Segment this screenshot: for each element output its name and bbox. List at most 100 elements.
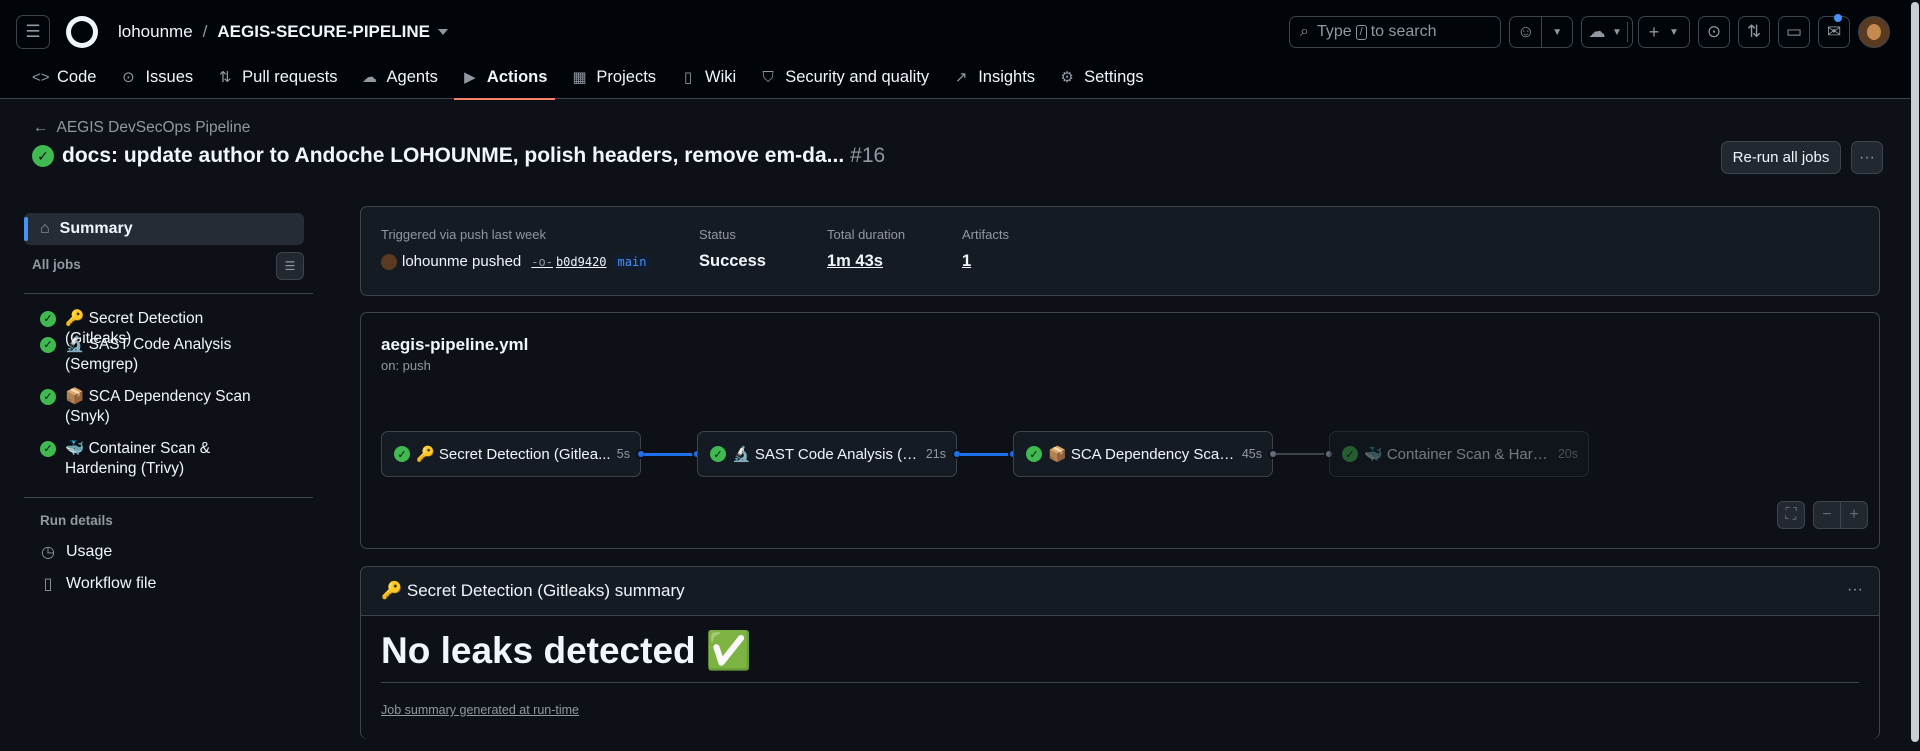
- scrollbar-thumb[interactable]: [1911, 2, 1919, 742]
- trigger-info: Triggered via push last week lohounme pu…: [381, 227, 652, 270]
- tab-wiki[interactable]: ▯ Wiki: [672, 60, 744, 94]
- tab-label: Security and quality: [785, 67, 930, 86]
- status-value: Success: [699, 252, 766, 270]
- summary-generated-note[interactable]: Job summary generated at run-time: [381, 703, 579, 717]
- repo-dropdown-icon[interactable]: [437, 29, 448, 35]
- tab-label: Settings: [1084, 67, 1144, 86]
- artifacts-info: Artifacts 1: [962, 227, 1009, 271]
- tab-code[interactable]: <> Code: [24, 60, 104, 94]
- more-options-button[interactable]: ···: [1851, 141, 1883, 174]
- tab-insights[interactable]: ↗ Insights: [945, 60, 1043, 94]
- breadcrumb-separator: /: [202, 22, 208, 41]
- tab-pull-requests[interactable]: ⇅ Pull requests: [209, 60, 345, 94]
- duration-label: Total duration: [827, 227, 906, 242]
- actor-avatar: [381, 253, 397, 270]
- codespaces-button[interactable]: ☁ ▼: [1581, 16, 1633, 48]
- graph-job-sast[interactable]: ✓ 🔬 SAST Code Analysis (Se... 21s: [697, 431, 957, 477]
- copilot-dropdown-icon[interactable]: ▼: [1542, 27, 1572, 38]
- search-shortcut-key: /: [1355, 24, 1367, 40]
- job-summary-card: 🔑 Secret Detection (Gitleaks) summary ··…: [360, 566, 1880, 739]
- graph-job-container-scan[interactable]: ✓ 🐳 Container Scan & Hard... 20s: [1329, 431, 1589, 477]
- run-details-heading: Run details: [40, 513, 113, 528]
- tab-actions[interactable]: ▶ Actions: [453, 60, 556, 100]
- sidebar-item-label: Summary: [59, 220, 133, 237]
- search-input[interactable]: ⌕ Type / to search: [1289, 16, 1501, 48]
- workflow-trigger: on: push: [381, 358, 431, 373]
- job-label: 🐳 Container Scan & Hard...: [1364, 446, 1552, 463]
- play-icon: ▶: [464, 69, 476, 86]
- table-icon: ▦: [572, 69, 587, 86]
- notification-indicator: [1834, 14, 1842, 22]
- sidebar-job-sca[interactable]: ✓ 📦 SCA Dependency Scan (Snyk): [40, 387, 265, 427]
- commit-sha: b0d9420: [555, 254, 607, 269]
- tab-label: Issues: [145, 67, 194, 86]
- job-duration: 20s: [1557, 447, 1578, 461]
- summary-options-button[interactable]: ···: [1847, 581, 1863, 599]
- divider: [24, 497, 313, 498]
- fullscreen-icon: ⛶: [1785, 506, 1797, 523]
- graph-job-secret-detection[interactable]: ✓ 🔑 Secret Detection (Gitlea... 5s: [381, 431, 641, 477]
- job-label: 🔬 SAST Code Analysis (Se...: [732, 446, 920, 463]
- back-to-workflow-link[interactable]: ← AEGIS DevSecOps Pipeline: [33, 119, 250, 137]
- duration-info: Total duration 1m 43s: [827, 227, 905, 271]
- inbox-icon[interactable]: ✉: [1818, 16, 1850, 48]
- tab-agents[interactable]: ☁ Agents: [354, 60, 446, 94]
- search-placeholder-prefix: Type: [1316, 23, 1352, 40]
- header-divider: [1627, 22, 1628, 42]
- fullscreen-button[interactable]: ⛶: [1777, 501, 1805, 529]
- commit-sha-link[interactable]: -o-b0d9420: [531, 255, 606, 269]
- kebab-icon: ···: [1847, 581, 1863, 598]
- github-logo[interactable]: [66, 16, 98, 48]
- filter-jobs-button[interactable]: ☰: [276, 252, 304, 280]
- file-icon: ▯: [43, 576, 53, 593]
- artifacts-count-link[interactable]: 1: [962, 252, 1009, 271]
- issue-icon: ⊙: [122, 69, 135, 86]
- zoom-in-button[interactable]: +: [1840, 501, 1868, 529]
- search-placeholder-suffix: to search: [1370, 23, 1437, 40]
- success-check-icon: ✓: [40, 389, 56, 405]
- rerun-all-jobs-button[interactable]: Re-run all jobs: [1721, 141, 1841, 174]
- repositories-icon[interactable]: ▭: [1778, 16, 1810, 48]
- sidebar-item-summary[interactable]: ⌂ Summary: [24, 213, 304, 245]
- arrow-left-icon: ←: [33, 119, 49, 136]
- push-details: lohounme pushed -o-b0d9420 main: [381, 253, 652, 270]
- pull-request-icon: ⇅: [218, 69, 232, 86]
- user-avatar[interactable]: [1858, 16, 1890, 48]
- sidebar-item-workflow-file[interactable]: ▯ Workflow file: [40, 574, 157, 594]
- all-jobs-heading: All jobs: [32, 257, 81, 272]
- pull-requests-icon[interactable]: ⇅: [1738, 16, 1770, 48]
- sidebar-job-container-scan[interactable]: ✓ 🐳 Container Scan & Hardening (Trivy): [40, 439, 265, 479]
- repo-tabs: <> Code ⊙ Issues ⇅ Pull requests ☁ Agents ▶ A…: [24, 60, 1160, 100]
- tab-issues[interactable]: ⊙ Issues: [112, 60, 201, 94]
- divider: [24, 293, 313, 294]
- tab-projects[interactable]: ▦ Projects: [563, 60, 664, 94]
- job-summary-header: 🔑 Secret Detection (Gitleaks) summary: [361, 567, 1879, 616]
- sidebar-job-sast[interactable]: ✓ 🔬 SAST Code Analysis (Semgrep): [40, 335, 265, 375]
- page-scrollbar[interactable]: [1910, 0, 1920, 751]
- artifacts-label: Artifacts: [962, 227, 1009, 242]
- job-label: 📦 SCA Dependency Scan (...: [1048, 446, 1236, 463]
- branch-label[interactable]: main: [612, 253, 652, 270]
- home-icon: ⌂: [40, 220, 50, 237]
- zoom-out-button[interactable]: −: [1813, 501, 1841, 529]
- create-new-button[interactable]: + ▼: [1638, 16, 1690, 48]
- repo-link[interactable]: AEGIS-SECURE-PIPELINE: [217, 22, 430, 42]
- copilot-icon[interactable]: ☺: [1510, 22, 1541, 42]
- success-check-icon: ✓: [710, 446, 726, 462]
- plus-icon: +: [1849, 506, 1859, 523]
- actor-text[interactable]: lohounme pushed: [402, 253, 521, 270]
- owner-link[interactable]: lohounme: [118, 22, 193, 42]
- tab-label: Wiki: [705, 67, 737, 86]
- duration-link[interactable]: 1m 43s: [827, 252, 905, 271]
- filter-icon: ☰: [284, 259, 296, 273]
- success-check-icon: ✓: [394, 446, 410, 462]
- hamburger-menu-button[interactable]: ☰: [16, 15, 50, 49]
- tab-settings[interactable]: ⚙ Settings: [1051, 60, 1152, 94]
- sidebar-item-usage[interactable]: ◷ Usage: [40, 542, 112, 562]
- issues-icon[interactable]: ⊙: [1698, 16, 1730, 48]
- codespaces-dropdown-icon: ▼: [1612, 26, 1622, 38]
- status-label: Status: [699, 227, 736, 242]
- tab-security[interactable]: ⛉ Security and quality: [752, 60, 937, 94]
- graph-job-sca[interactable]: ✓ 📦 SCA Dependency Scan (... 45s: [1013, 431, 1273, 477]
- copilot-button-group[interactable]: ☺ ▼: [1509, 16, 1573, 48]
